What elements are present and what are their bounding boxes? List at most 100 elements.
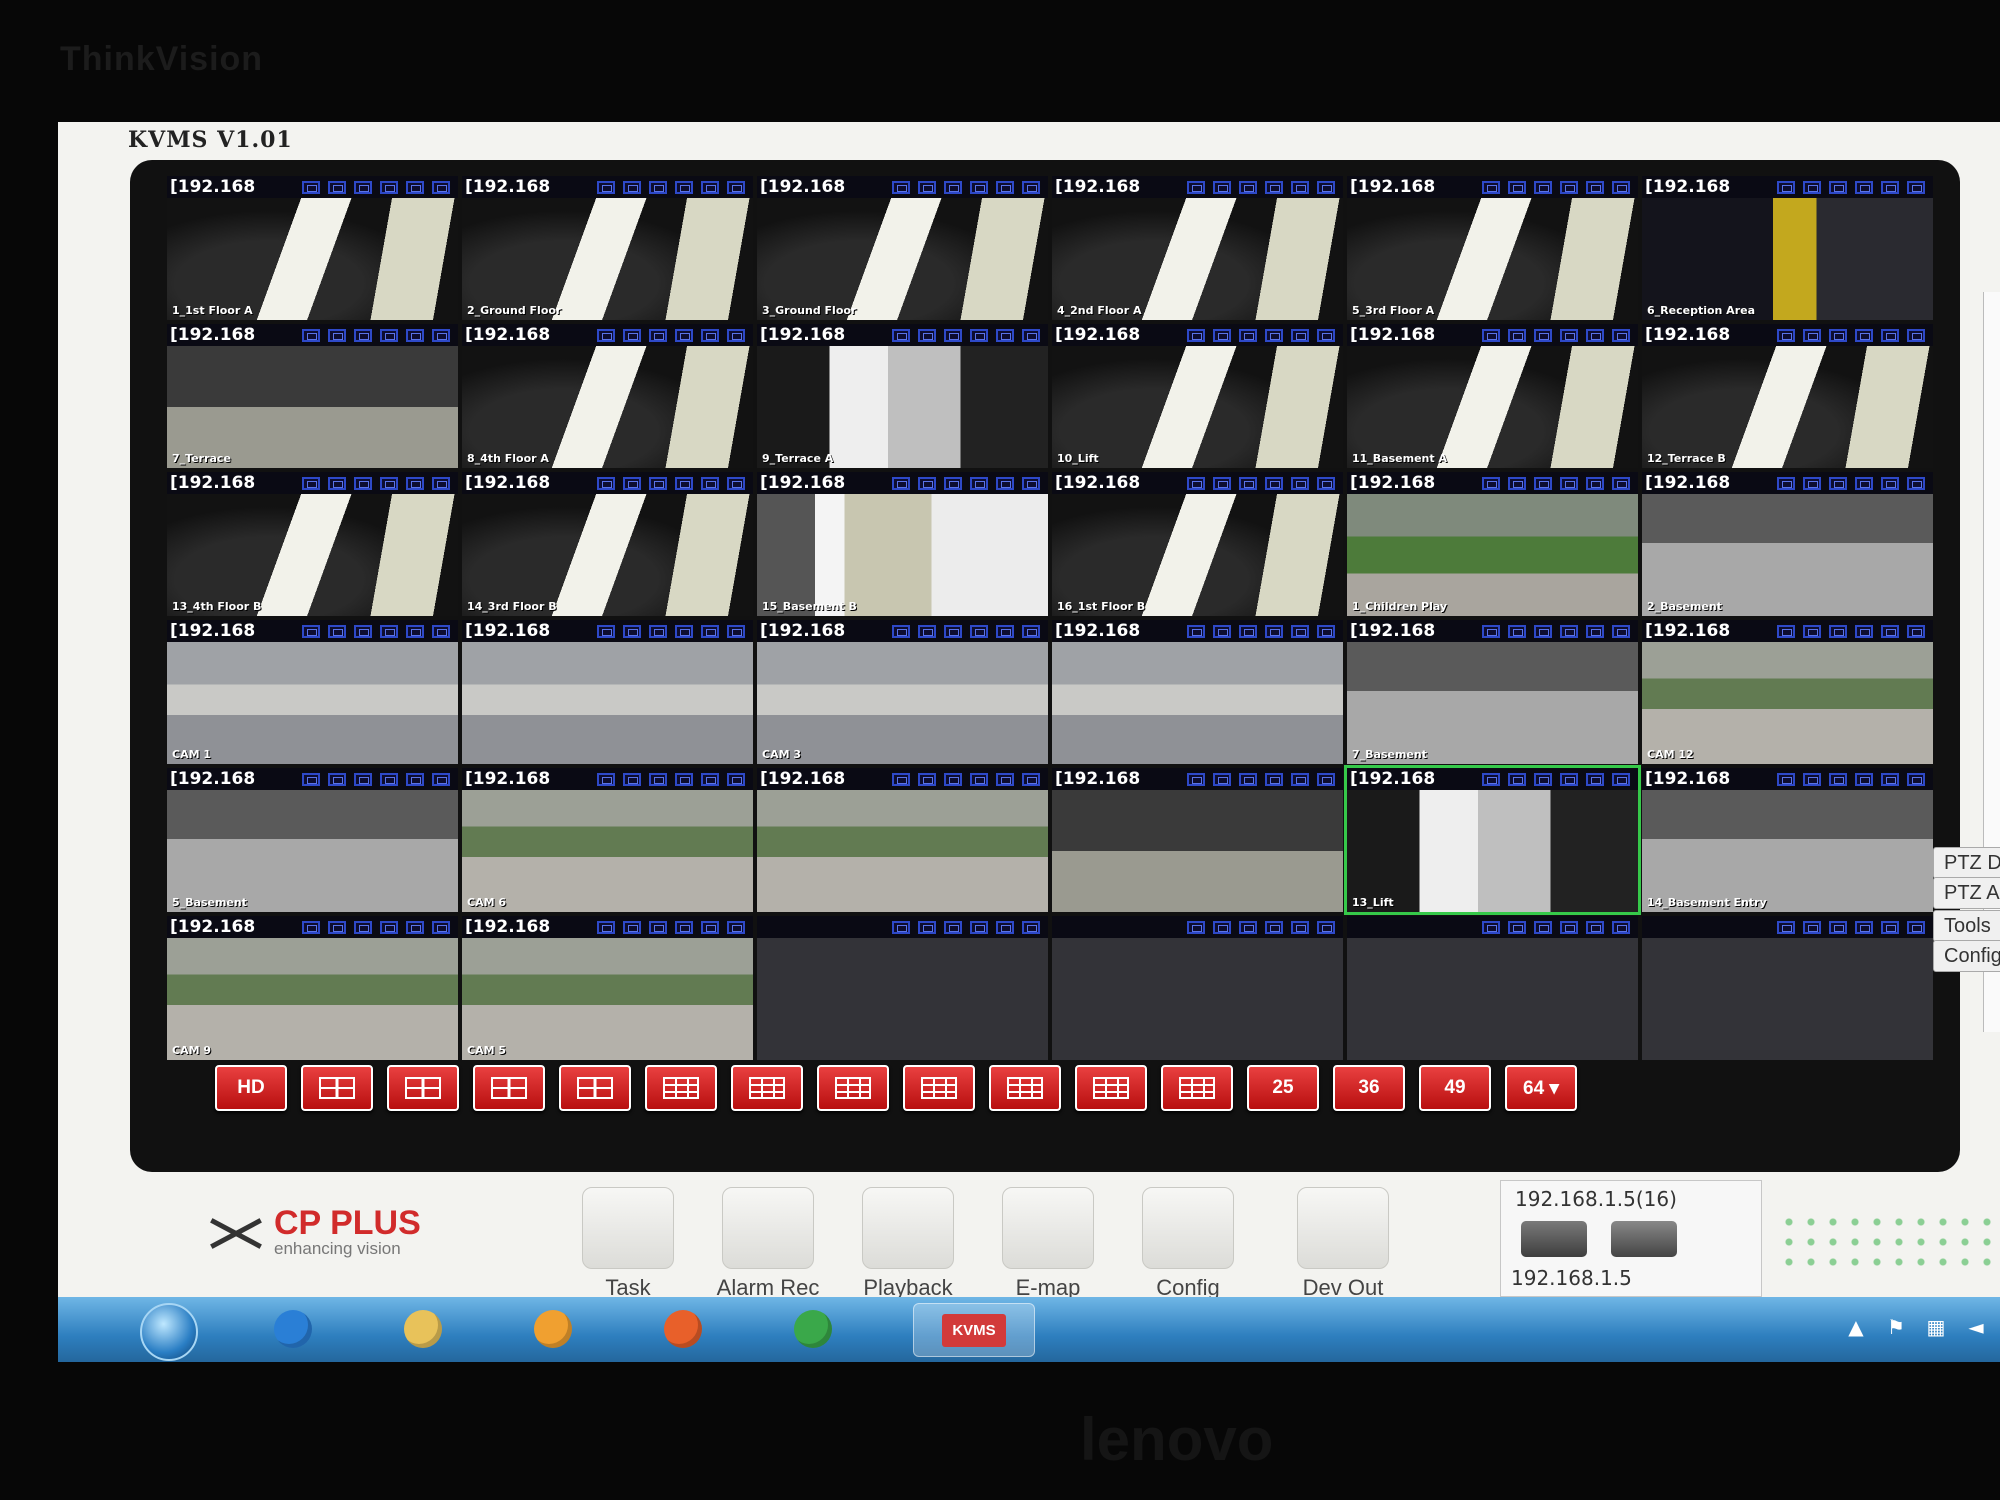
camera-feed[interactable] [757, 790, 1048, 912]
window-icon[interactable] [918, 624, 936, 638]
close-icon[interactable] [432, 476, 450, 490]
audio-icon[interactable] [701, 772, 719, 786]
firefox-icon[interactable] [648, 1303, 718, 1355]
snapshot-icon[interactable] [1829, 328, 1847, 342]
display-icon[interactable] [1187, 920, 1205, 934]
snapshot-icon[interactable] [1829, 772, 1847, 786]
record-icon[interactable] [675, 328, 693, 342]
window-icon[interactable] [623, 772, 641, 786]
camera-feed[interactable] [462, 642, 753, 764]
snapshot-icon[interactable] [944, 180, 962, 194]
snapshot-icon[interactable] [944, 772, 962, 786]
camera-cell[interactable]: [192.168 [1052, 620, 1343, 764]
record-icon[interactable] [675, 624, 693, 638]
record-icon[interactable] [1855, 772, 1873, 786]
camera-feed[interactable]: CAM 6 [462, 790, 753, 912]
window-icon[interactable] [1508, 180, 1526, 194]
camera-feed[interactable]: 5_3rd Floor A [1347, 198, 1638, 320]
window-icon[interactable] [623, 476, 641, 490]
display-icon[interactable] [892, 920, 910, 934]
layout-25-button[interactable]: 25 [1247, 1065, 1319, 1111]
camera-feed[interactable]: 3_Ground Floor [757, 198, 1048, 320]
window-icon[interactable] [328, 624, 346, 638]
snapshot-icon[interactable] [944, 624, 962, 638]
display-icon[interactable] [1187, 624, 1205, 638]
ie-icon[interactable] [258, 1303, 328, 1355]
camera-feed[interactable]: 13_Lift [1347, 790, 1638, 912]
record-icon[interactable] [1265, 476, 1283, 490]
close-icon[interactable] [1612, 476, 1630, 490]
camera-cell[interactable]: [192.168 13_Lift [1344, 765, 1641, 915]
record-icon[interactable] [1560, 624, 1578, 638]
ptz-d-button[interactable]: PTZ D [1933, 847, 2000, 879]
camera-feed[interactable]: 13_4th Floor B [167, 494, 458, 616]
layout-49-button[interactable]: 49 [1419, 1065, 1491, 1111]
audio-icon[interactable] [1586, 328, 1604, 342]
close-icon[interactable] [1907, 920, 1925, 934]
snapshot-icon[interactable] [649, 180, 667, 194]
dvr-device-icon[interactable] [1521, 1221, 1587, 1257]
audio-icon[interactable] [996, 476, 1014, 490]
window-icon[interactable] [1508, 476, 1526, 490]
display-icon[interactable] [1777, 772, 1795, 786]
tool-config[interactable]: Config [1128, 1187, 1248, 1301]
snapshot-icon[interactable] [1239, 772, 1257, 786]
snapshot-icon[interactable] [1534, 180, 1552, 194]
device-panel[interactable]: 192.168.1.5(16) 192.168.1.5 [1500, 1180, 1762, 1297]
close-icon[interactable] [432, 772, 450, 786]
audio-icon[interactable] [1586, 180, 1604, 194]
close-icon[interactable] [727, 624, 745, 638]
audio-icon[interactable] [1881, 328, 1899, 342]
audio-icon[interactable] [1291, 476, 1309, 490]
audio-icon[interactable] [1881, 920, 1899, 934]
window-icon[interactable] [1213, 624, 1231, 638]
audio-icon[interactable] [701, 920, 719, 934]
close-icon[interactable] [432, 328, 450, 342]
camera-feed[interactable]: 2_Ground Floor [462, 198, 753, 320]
window-icon[interactable] [1508, 624, 1526, 638]
record-icon[interactable] [1855, 920, 1873, 934]
record-icon[interactable] [1855, 328, 1873, 342]
camera-cell[interactable]: [192.168 12_Terrace B [1642, 324, 1933, 468]
camera-feed[interactable]: 15_Basement B [757, 494, 1048, 616]
volume-icon[interactable]: ◄ [1963, 1315, 1989, 1341]
camera-feed[interactable]: CAM 9 [167, 938, 458, 1060]
close-icon[interactable] [1907, 476, 1925, 490]
close-icon[interactable] [1022, 328, 1040, 342]
audio-icon[interactable] [1586, 476, 1604, 490]
camera-feed[interactable]: 4_2nd Floor A [1052, 198, 1343, 320]
camera-cell[interactable]: [192.168 CAM 12 [1642, 620, 1933, 764]
window-icon[interactable] [623, 180, 641, 194]
audio-icon[interactable] [701, 180, 719, 194]
empty-feed[interactable] [757, 938, 1048, 1060]
audio-icon[interactable] [1291, 328, 1309, 342]
close-icon[interactable] [1022, 476, 1040, 490]
snapshot-icon[interactable] [1239, 476, 1257, 490]
snapshot-icon[interactable] [944, 920, 962, 934]
close-icon[interactable] [1022, 772, 1040, 786]
window-icon[interactable] [1213, 920, 1231, 934]
camera-feed[interactable]: 16_1st Floor B [1052, 494, 1343, 616]
audio-icon[interactable] [406, 476, 424, 490]
camera-feed[interactable]: CAM 5 [462, 938, 753, 1060]
snapshot-icon[interactable] [354, 624, 372, 638]
snapshot-icon[interactable] [1829, 624, 1847, 638]
window-icon[interactable] [1803, 624, 1821, 638]
display-icon[interactable] [892, 772, 910, 786]
display-icon[interactable] [302, 328, 320, 342]
record-icon[interactable] [380, 476, 398, 490]
window-icon[interactable] [623, 920, 641, 934]
camera-cell[interactable]: [192.168 1_1st Floor A [167, 176, 458, 320]
snapshot-icon[interactable] [944, 328, 962, 342]
record-icon[interactable] [1560, 476, 1578, 490]
close-icon[interactable] [727, 476, 745, 490]
snapshot-icon[interactable] [649, 624, 667, 638]
media-player-icon[interactable] [518, 1303, 588, 1355]
close-icon[interactable] [1612, 180, 1630, 194]
empty-camera-cell[interactable] [1052, 916, 1343, 1060]
snapshot-icon[interactable] [1239, 920, 1257, 934]
display-icon[interactable] [302, 476, 320, 490]
display-icon[interactable] [597, 920, 615, 934]
camera-cell[interactable]: [192.168 14_3rd Floor B [462, 472, 753, 616]
window-icon[interactable] [328, 772, 346, 786]
